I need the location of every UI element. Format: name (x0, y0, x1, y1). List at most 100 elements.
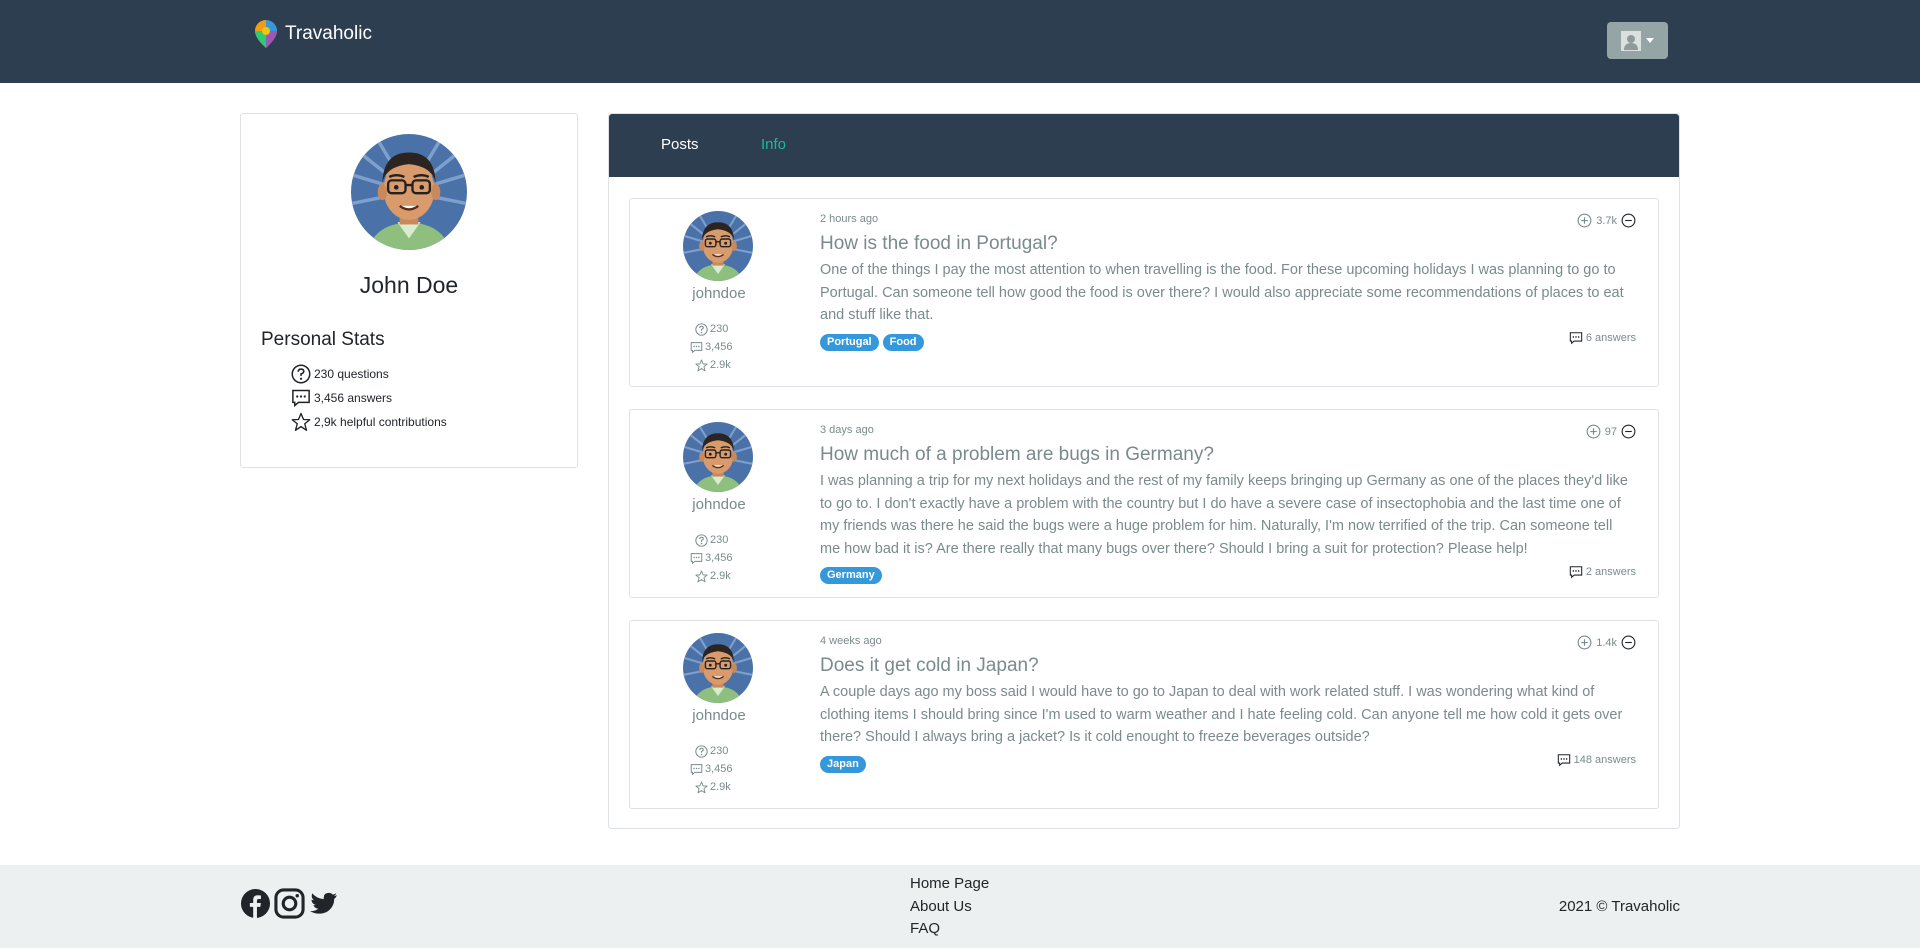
comment-icon (291, 388, 311, 408)
question-icon (695, 745, 708, 758)
tag-badge[interactable]: Germany (820, 567, 882, 584)
stat-questions-text: 230 questions (314, 367, 389, 381)
footer-link-about[interactable]: About Us (910, 896, 989, 919)
facebook-icon[interactable] (240, 888, 271, 919)
user-placeholder-icon (1621, 30, 1641, 51)
author-answers: 3,456 (705, 552, 733, 564)
downvote-icon[interactable] (1621, 213, 1636, 228)
social-links (240, 888, 339, 919)
author-questions: 230 (710, 534, 729, 546)
post-answers[interactable]: 148 answers (1557, 753, 1636, 767)
stats-title: Personal Stats (261, 329, 385, 350)
stat-answers-text: 3,456 answers (314, 391, 393, 405)
post-votes: 1.4k (1577, 635, 1636, 650)
post-tags: Germany (820, 567, 882, 584)
navbar: Travaholic (0, 0, 1920, 83)
logo-icon (255, 20, 277, 48)
tag-badge[interactable]: Portugal (820, 334, 879, 351)
chevron-down-icon (1646, 38, 1654, 43)
star-icon (695, 359, 708, 372)
post-title[interactable]: How is the food in Portugal? (820, 233, 1058, 255)
user-menu-button[interactable] (1607, 22, 1668, 59)
answer-count: 148 answers (1573, 754, 1636, 766)
upvote-icon[interactable] (1577, 635, 1592, 650)
author-answers: 3,456 (705, 341, 733, 353)
author-stats: 230 3,456 2.9k (695, 531, 733, 585)
stat-contributions: 2,9k helpful contributions (291, 410, 447, 434)
post-card: johndoe 230 3,456 2.9k 2 hours ago How i… (629, 198, 1659, 387)
vote-count: 97 (1604, 425, 1617, 438)
tab-info[interactable]: Info (761, 136, 786, 153)
author-username[interactable]: johndoe (630, 285, 808, 302)
comment-icon (690, 341, 703, 354)
tag-badge[interactable]: Japan (820, 756, 866, 773)
comment-icon (690, 552, 703, 565)
question-icon (695, 534, 708, 547)
author-username[interactable]: johndoe (630, 707, 808, 724)
vote-count: 1.4k (1596, 636, 1617, 649)
author-contributions: 2.9k (710, 359, 731, 371)
star-icon (695, 781, 708, 794)
stat-answers: 3,456 answers (291, 386, 447, 410)
answer-count: 2 answers (1585, 566, 1636, 578)
post-votes: 3.7k (1577, 213, 1636, 228)
author-answers: 3,456 (705, 763, 733, 775)
star-icon (695, 570, 708, 583)
author-stats: 230 3,456 2.9k (695, 320, 733, 374)
twitter-icon[interactable] (308, 888, 339, 919)
comment-icon (690, 763, 703, 776)
tab-posts[interactable]: Posts (661, 136, 699, 153)
question-icon (291, 364, 311, 384)
post-answers[interactable]: 6 answers (1569, 331, 1636, 345)
author-avatar[interactable] (683, 633, 753, 703)
post-tags: Japan (820, 756, 866, 773)
post-body: I was planning a trip for my next holida… (820, 473, 1628, 557)
author-contributions: 2.9k (710, 781, 731, 793)
author-stats: 230 3,456 2.9k (695, 742, 733, 796)
post-card: johndoe 230 3,456 2.9k 3 days ago How mu… (629, 409, 1659, 598)
author-username[interactable]: johndoe (630, 496, 808, 513)
post-time: 2 hours ago (820, 213, 879, 225)
author-contributions: 2.9k (710, 570, 731, 582)
downvote-icon[interactable] (1621, 635, 1636, 650)
upvote-icon[interactable] (1586, 424, 1601, 439)
tag-badge[interactable]: Food (882, 334, 924, 351)
post-time: 3 days ago (820, 424, 874, 436)
comment-icon (1569, 565, 1583, 579)
downvote-icon[interactable] (1621, 424, 1636, 439)
comment-icon (1569, 331, 1583, 345)
post-answers[interactable]: 2 answers (1569, 565, 1636, 579)
author-questions: 230 (710, 323, 729, 335)
tab-bar: Posts Info (609, 114, 1679, 177)
footer-links: Home Page About Us FAQ (910, 873, 989, 941)
comment-icon (1557, 753, 1571, 767)
post-title[interactable]: How much of a problem are bugs in German… (820, 444, 1214, 466)
footer-link-home[interactable]: Home Page (910, 873, 989, 896)
post-body: One of the things I pay the most attenti… (820, 262, 1624, 323)
star-icon (291, 412, 311, 432)
stats-list: 230 questions 3,456 answers 2,9k helpful… (291, 362, 447, 434)
question-icon (695, 323, 708, 336)
post-time: 4 weeks ago (820, 635, 882, 647)
profile-card: John Doe Personal Stats 230 questions 3,… (240, 113, 578, 468)
footer-link-faq[interactable]: FAQ (910, 918, 989, 941)
footer: Home Page About Us FAQ 2021 © Travaholic (0, 865, 1920, 948)
profile-avatar (351, 134, 467, 250)
author-questions: 230 (710, 745, 729, 757)
author-avatar[interactable] (683, 422, 753, 492)
stat-contributions-text: 2,9k helpful contributions (314, 415, 447, 429)
vote-count: 3.7k (1596, 214, 1617, 227)
brand-link[interactable]: Travaholic (253, 18, 372, 50)
stat-questions: 230 questions (291, 362, 447, 386)
profile-name: John Doe (359, 272, 459, 298)
post-tags: Portugal Food (820, 334, 924, 351)
post-title[interactable]: Does it get cold in Japan? (820, 655, 1039, 677)
post-body: A couple days ago my boss said I would h… (820, 684, 1623, 745)
upvote-icon[interactable] (1577, 213, 1592, 228)
post-votes: 97 (1586, 424, 1636, 439)
author-avatar[interactable] (683, 211, 753, 281)
posts-card: Posts Info johndoe 230 3,456 2.9k 2 hour… (608, 113, 1680, 829)
copyright: 2021 © Travaholic (1558, 898, 1680, 915)
instagram-icon[interactable] (274, 888, 305, 919)
brand-name: Travaholic (285, 23, 372, 44)
